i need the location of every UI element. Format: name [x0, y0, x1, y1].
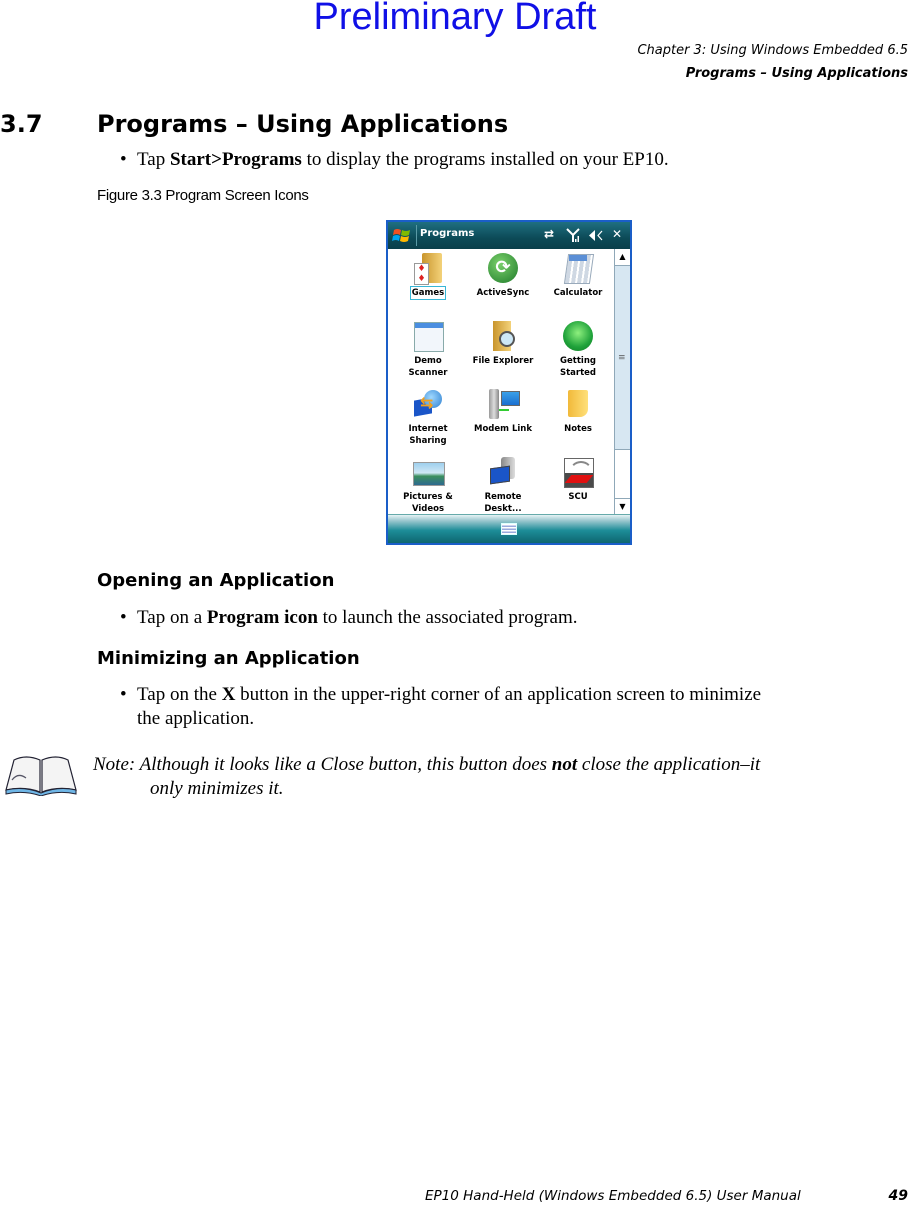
subheading-opening: Opening an Application: [97, 570, 335, 591]
notes-icon: [560, 387, 596, 423]
app-label: Internet Sharing: [408, 424, 448, 446]
programs-screen-figure: Programs ⇄ ✕ ♦ ♦ Games ⟳ ActiveSync Calc…: [386, 220, 632, 545]
bullet-dot: •: [120, 607, 127, 628]
app-activesync[interactable]: ⟳ ActiveSync: [465, 249, 541, 299]
scroll-thumb[interactable]: ≡: [615, 266, 630, 450]
sync-icon[interactable]: ⇄: [544, 227, 554, 241]
title-separator: [416, 225, 417, 246]
title-bar: Programs ⇄ ✕: [388, 222, 630, 249]
app-remote-desktop[interactable]: Remote Deskt...: [465, 453, 541, 515]
section-number: 3.7: [0, 110, 43, 138]
volume-icon[interactable]: [588, 229, 604, 242]
window-title: Programs: [420, 228, 475, 239]
app-label: Modem Link: [474, 424, 532, 434]
scroll-down-arrow-icon[interactable]: ▼: [615, 498, 630, 515]
app-file-explorer[interactable]: File Explorer: [465, 317, 541, 367]
app-label: Games: [409, 286, 447, 300]
menu-bar: [388, 514, 630, 543]
subheading-minimizing: Minimizing an Application: [97, 648, 360, 669]
vertical-scrollbar[interactable]: ▲ ≡ ▼: [614, 249, 630, 515]
section-heading: 3.7 Programs – Using Applications: [0, 110, 508, 138]
bullet-dot: •: [120, 149, 127, 170]
app-games[interactable]: ♦ ♦ Games: [390, 249, 466, 300]
app-label: ActiveSync: [476, 288, 530, 298]
figure-caption: Figure 3.3 Program Screen Icons: [97, 187, 309, 204]
program-icon-grid: ♦ ♦ Games ⟳ ActiveSync Calculator Demo Sca…: [388, 249, 616, 515]
app-label: Notes: [564, 424, 592, 434]
bullet-text: Tap Start>Programs to display the progra…: [137, 149, 669, 170]
app-internet-sharing[interactable]: ⇆ Internet Sharing: [390, 385, 466, 447]
scroll-up-arrow-icon[interactable]: ▲: [615, 249, 630, 266]
app-label: SCU: [568, 492, 588, 502]
scroll-grip-icon: ≡: [618, 353, 626, 363]
app-scu[interactable]: SCU: [540, 453, 616, 503]
running-header-chapter: Chapter 3: Using Windows Embedded 6.5: [637, 43, 908, 58]
app-label: File Explorer: [472, 356, 534, 366]
app-calculator[interactable]: Calculator: [540, 249, 616, 299]
getting-started-icon: [560, 319, 596, 355]
signal-icon[interactable]: [566, 228, 580, 243]
footer-manual-title: EP10 Hand-Held (Windows Embedded 6.5) Us…: [425, 1188, 801, 1204]
bullet-dot: •: [120, 684, 127, 705]
internet-sharing-icon: ⇆: [410, 387, 446, 423]
calculator-icon: [560, 251, 596, 287]
close-icon[interactable]: ✕: [612, 227, 622, 241]
pictures-videos-icon: [410, 455, 446, 491]
app-demo-scanner[interactable]: Demo Scanner: [390, 317, 466, 379]
note-text: Note: Although it looks like a Close but…: [93, 754, 761, 799]
app-modem-link[interactable]: Modem Link: [465, 385, 541, 435]
app-pictures-videos[interactable]: Pictures & Videos: [390, 453, 466, 515]
watermark-preliminary-draft: Preliminary Draft: [313, 0, 597, 38]
file-explorer-icon: [485, 319, 521, 355]
app-label: Remote Deskt...: [484, 492, 522, 514]
bullet-text: Tap on the X button in the upper-right c…: [137, 684, 762, 729]
app-label: Getting Started: [559, 356, 597, 378]
page-number: 49: [888, 1188, 908, 1204]
scu-icon: [560, 455, 596, 491]
book-note-icon: [5, 756, 77, 796]
app-notes[interactable]: Notes: [540, 385, 616, 435]
activesync-icon: ⟳: [485, 251, 521, 287]
windows-start-icon[interactable]: [392, 225, 412, 245]
app-getting-started[interactable]: Getting Started: [540, 317, 616, 379]
remote-desktop-icon: [485, 455, 521, 491]
menu-icon[interactable]: [501, 523, 517, 535]
running-header-section: Programs – Using Applications: [685, 66, 908, 81]
modem-link-icon: [485, 387, 521, 423]
section-title: Programs – Using Applications: [97, 110, 509, 138]
bullet-text: Tap on a Program icon to launch the asso…: [137, 607, 578, 628]
games-folder-icon: ♦ ♦: [410, 251, 446, 287]
demo-scanner-icon: [410, 319, 446, 355]
app-label: Pictures & Videos: [403, 492, 453, 514]
app-label: Calculator: [553, 288, 603, 298]
app-label: Demo Scanner: [408, 356, 448, 378]
